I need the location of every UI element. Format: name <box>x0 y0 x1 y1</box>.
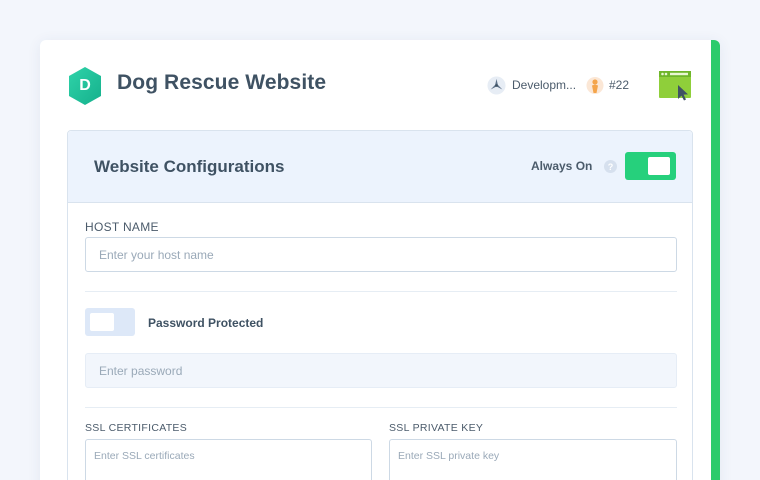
toggle-knob <box>90 313 114 331</box>
help-icon[interactable]: ? <box>604 160 617 173</box>
password-protected-label: Password Protected <box>148 316 264 330</box>
environment-selector[interactable]: Developm... <box>487 75 576 95</box>
section-divider <box>85 407 677 408</box>
always-on-toggle[interactable] <box>625 152 676 180</box>
avatar-pin-icon <box>586 76 604 94</box>
triblade-icon <box>487 75 506 95</box>
logo-letter: D <box>79 77 91 94</box>
browser-window-icon[interactable] <box>659 71 691 101</box>
host-name-label: HOST NAME <box>85 220 159 234</box>
environment-label: Developm... <box>512 78 577 92</box>
ssl-private-key-label: SSL PRIVATE KEY <box>389 422 484 434</box>
build-indicator[interactable]: #22 <box>586 75 629 95</box>
app-logo: D <box>67 66 103 106</box>
panel-title: Website Configurations <box>94 157 285 176</box>
ssl-private-key-textarea[interactable] <box>389 439 677 480</box>
always-on-label: Always On <box>531 159 593 173</box>
panel-header: Website Configurations Always On ? <box>68 131 692 203</box>
toggle-knob <box>648 157 670 175</box>
ssl-certificates-label: SSL CERTIFICATES <box>85 422 188 434</box>
page-title: Dog Rescue Website <box>117 71 327 94</box>
password-input[interactable] <box>85 353 677 388</box>
card-accent-bar <box>711 40 720 480</box>
section-divider <box>85 291 677 292</box>
password-protected-toggle[interactable] <box>85 308 135 336</box>
host-name-input[interactable] <box>85 237 677 272</box>
build-number: #22 <box>609 78 630 92</box>
ssl-certificates-textarea[interactable] <box>85 439 372 480</box>
